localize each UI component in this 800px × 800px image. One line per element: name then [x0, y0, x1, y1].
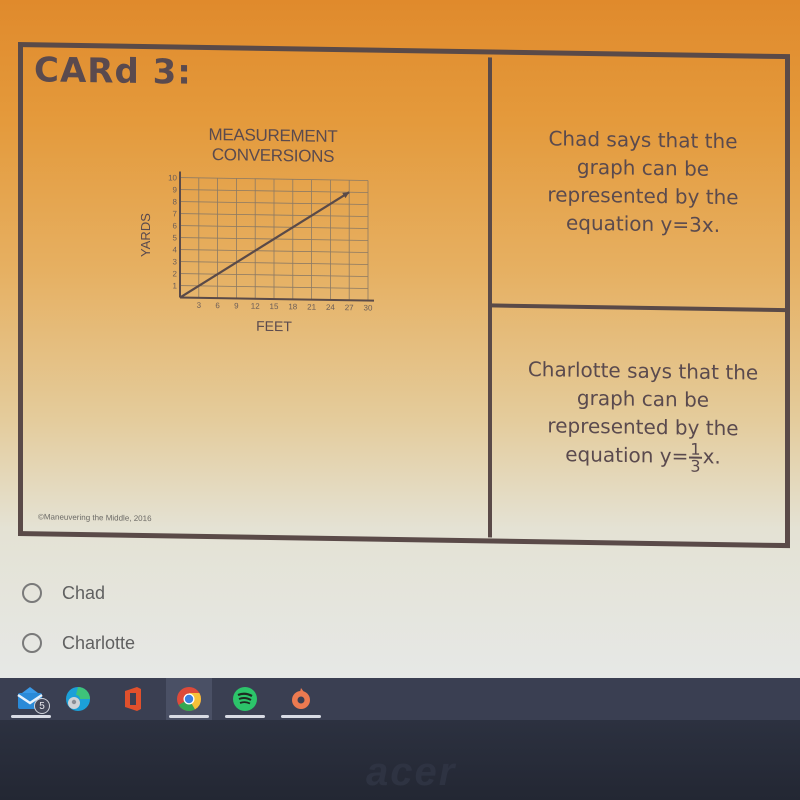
taskbar: 5: [0, 678, 800, 720]
taskbar-mail[interactable]: 5: [8, 678, 54, 720]
chad-claim: Chad says that the graph can be represen…: [508, 124, 778, 240]
x-tick-label: 9: [234, 301, 239, 310]
running-indicator: [11, 715, 51, 718]
x-tick-label: 3: [197, 301, 202, 310]
y-tick-label: 9: [173, 185, 178, 194]
y-tick-label: 2: [173, 269, 178, 278]
taskbar-chrome[interactable]: [166, 678, 212, 720]
brand-logo: acer: [366, 750, 457, 794]
chrome-icon: [177, 687, 201, 712]
mail-badge: 5: [34, 698, 50, 714]
taskbar-edge[interactable]: [55, 678, 101, 720]
taskbar-office[interactable]: [110, 678, 156, 720]
claim-line: Charlotte says that the: [527, 357, 759, 385]
y-tick-label: 5: [173, 233, 178, 242]
copyright-text: ©Maneuvering the Middle, 2016: [38, 512, 152, 524]
y-tick-label: 3: [173, 257, 178, 266]
claim-line: represented by the: [547, 182, 739, 210]
x-axis: [180, 296, 374, 302]
claim-line: represented by the: [547, 413, 739, 441]
office-icon: [125, 687, 141, 711]
chart-series: [179, 191, 350, 299]
fraction: 13: [689, 440, 702, 476]
option-chad[interactable]: Chad: [22, 568, 135, 618]
running-indicator: [281, 715, 321, 718]
y-tick-labels: 1 2 3 4 5 6 7 8 9 10: [168, 173, 177, 290]
chart-title: MEASUREMENT CONVERSIONS: [188, 125, 358, 168]
chart-title-line-2: CONVERSIONS: [211, 145, 335, 166]
running-indicator: [225, 715, 265, 718]
equation-suffix: x.: [702, 444, 721, 469]
equation-prefix: equation y=: [565, 442, 689, 469]
question-card: CARd 3: MEASUREMENT CONVERSIONS 12345678…: [18, 42, 790, 549]
option-label: Chad: [62, 582, 106, 603]
option-label: Charlotte: [62, 632, 136, 653]
taskbar-origin[interactable]: [278, 678, 324, 720]
origin-icon: [292, 688, 310, 709]
spotify-icon: [233, 687, 257, 711]
x-tick-label: 18: [288, 302, 297, 311]
y-tick-label: 6: [173, 221, 178, 230]
charlotte-claim: Charlotte says that the graph can be rep…: [498, 355, 788, 476]
claim-equation: equation y=3x.: [565, 210, 721, 238]
edge-icon: [66, 687, 90, 711]
radio-button[interactable]: [22, 583, 42, 603]
x-axis-label: FEET: [256, 318, 292, 335]
x-tick-label: 27: [345, 303, 354, 312]
y-tick-label: 8: [173, 197, 178, 206]
x-tick-label: 21: [307, 303, 316, 312]
y-tick-label: 7: [173, 209, 178, 218]
measurement-chart: 12345678910 3 6 9 12 15 18 21 24 27 30 YARDS FEET: [138, 171, 374, 335]
x-tick-label: 24: [326, 303, 335, 312]
running-indicator: [169, 715, 209, 718]
card-divider-vertical: [488, 57, 492, 538]
fraction-denominator: 3: [690, 456, 701, 476]
x-tick-label: 15: [270, 302, 279, 311]
data-line: [179, 191, 350, 299]
x-tick-label: 6: [215, 301, 220, 310]
claim-line: graph can be: [576, 154, 710, 181]
y-tick-label: 1: [173, 281, 178, 290]
x-tick-label: 30: [364, 303, 373, 312]
x-tick-labels: 3 6 9 12 15 18 21 24 27 30: [197, 301, 373, 313]
taskbar-spotify[interactable]: [222, 678, 268, 720]
x-tick-label: 12: [251, 302, 260, 311]
card-title: CARd 3:: [34, 50, 192, 93]
claim-equation: equation y= 1 3 x.: [498, 439, 788, 476]
option-charlotte[interactable]: Charlotte: [22, 618, 135, 668]
y-tick-label: 10: [168, 173, 177, 182]
claim-line: graph can be: [576, 385, 710, 412]
y-axis-label: YARDS: [138, 213, 153, 257]
claim-line: Chad says that the: [548, 126, 738, 154]
screen: CARd 3: MEASUREMENT CONVERSIONS 12345678…: [0, 0, 800, 678]
radio-button[interactable]: [22, 633, 42, 653]
chart-title-line-1: MEASUREMENT: [208, 124, 338, 147]
answer-options: Chad Charlotte: [22, 568, 135, 668]
y-tick-label: 4: [173, 245, 178, 254]
